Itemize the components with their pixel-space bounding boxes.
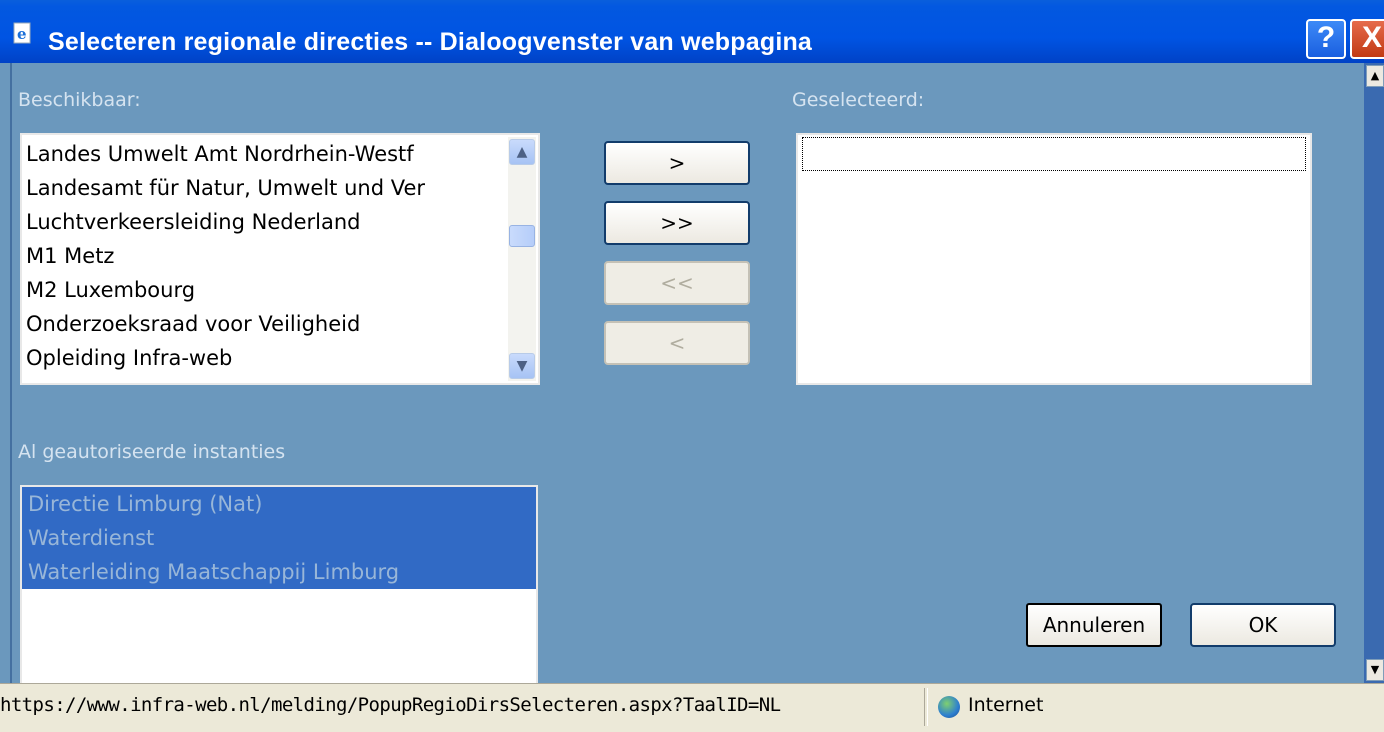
list-item[interactable]: Onderzoeksraad voor Veiligheid [22,307,506,341]
close-button[interactable]: X [1350,19,1384,59]
list-item[interactable]: Landes Umwelt Amt Nordrhein-Westf [22,137,506,171]
scroll-down-icon[interactable]: ▼ [1366,659,1384,681]
list-item[interactable]: M2 Luxembourg [22,273,506,307]
selected-listbox[interactable] [796,133,1312,385]
list-item[interactable]: M1 Metz [22,239,506,273]
scroll-up-icon[interactable]: ▲ [1366,65,1384,87]
authorized-listbox: Directie Limburg (Nat) Waterdienst Water… [20,485,538,695]
scroll-down-icon[interactable]: ▼ [509,353,535,379]
list-item[interactable]: Landesamt für Natur, Umwelt und Ver [22,171,506,205]
security-zone: Internet [968,694,1044,716]
available-listbox[interactable]: Landes Umwelt Amt Nordrhein-Westf Landes… [20,133,540,385]
title-bar: e Selecteren regionale directies -- Dial… [0,0,1384,63]
help-button[interactable]: ? [1306,19,1346,59]
add-all-button[interactable]: >> [604,201,750,245]
available-scrollbar[interactable]: ▲ ▼ [508,137,536,381]
page-scrollbar[interactable]: ▲ ▼ [1364,63,1384,683]
list-item: Waterdienst [22,521,536,555]
ok-button[interactable]: OK [1190,603,1336,647]
remove-all-button[interactable]: << [604,261,750,305]
scroll-thumb[interactable] [509,225,535,247]
svg-text:e: e [17,25,27,43]
remove-one-button[interactable]: < [604,321,750,365]
selected-label: Geselecteerd: [792,89,925,111]
dialog-content: Beschikbaar: Landes Umwelt Amt Nordrhein… [10,63,1366,695]
ie-page-icon: e [13,22,31,44]
status-separator [924,688,928,726]
status-bar: https://www.infra-web.nl/melding/PopupRe… [0,683,1384,732]
globe-icon [938,696,960,718]
status-url: https://www.infra-web.nl/melding/PopupRe… [0,694,781,716]
list-item: Directie Limburg (Nat) [22,487,536,521]
list-item[interactable]: Luchtverkeersleiding Nederland [22,205,506,239]
focus-row [802,137,1306,171]
available-label: Beschikbaar: [18,89,141,111]
cancel-button[interactable]: Annuleren [1026,603,1162,647]
authorized-label: Al geautoriseerde instanties [18,441,286,463]
add-one-button[interactable]: > [604,141,750,185]
window-title: Selecteren regionale directies -- Dialoo… [48,28,813,56]
scroll-up-icon[interactable]: ▲ [509,139,535,165]
list-item: Waterleiding Maatschappij Limburg [22,555,536,589]
list-item[interactable]: Opleiding Infra-web [22,341,506,375]
